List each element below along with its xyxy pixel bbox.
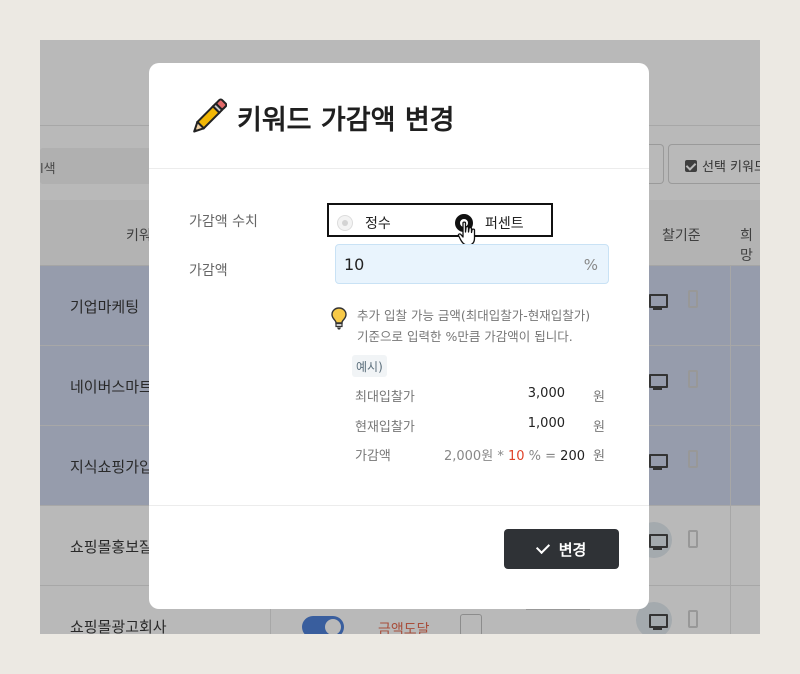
amount-unit: % [583, 256, 598, 274]
calc-percent: 10 [507, 449, 525, 464]
radio-integer-label: 정수 [365, 216, 391, 232]
calc-expression: 2,000원 * 10 % = 200 [444, 445, 585, 464]
radio-integer-indicator[interactable] [337, 215, 353, 231]
calc-base: 2,000원 [443, 449, 494, 464]
example-value: 1,000 [527, 416, 565, 431]
pencil-icon [193, 98, 227, 133]
calc-label: 가감액 [355, 449, 391, 464]
example-unit: 원 [593, 420, 605, 435]
calc-result: 200 [560, 449, 585, 464]
hint-line-1: 추가 입찰 가능 금액(최대입찰가-현재입찰가) [357, 308, 591, 323]
amount-label: 가감액 [189, 263, 228, 279]
lightbulb-icon [331, 307, 347, 330]
example-label: 최대입찰가 [355, 390, 415, 405]
mode-label: 가감액 수치 [189, 214, 258, 230]
example-calc-row: 가감액 2,000원 * 10 % = 200 원 [355, 445, 605, 465]
calc-unit: 원 [593, 449, 605, 464]
calc-eq: % = [528, 449, 557, 464]
change-button-label: 변경 [558, 541, 587, 559]
radio-percent-label: 퍼센트 [485, 216, 524, 232]
mode-radio-group: 정수 퍼센트 [327, 203, 553, 237]
hint-line-2: 기준으로 입력한 %만큼 가감액이 됩니다. [357, 329, 573, 344]
change-amount-modal: 키워드 가감액 변경 가감액 수치 정수 퍼센트 가감액 10 % 추가 입찰 … [149, 63, 649, 609]
footer-divider [149, 505, 649, 506]
radio-integer[interactable]: 정수 [337, 213, 391, 233]
example-value: 3,000 [527, 386, 565, 401]
amount-input[interactable]: 10 % [335, 244, 609, 284]
check-icon [535, 539, 550, 555]
example-row: 현재입찰가 1,000 원 [355, 416, 605, 436]
header-divider [149, 168, 649, 169]
example-unit: 원 [593, 390, 605, 405]
modal-header: 키워드 가감액 변경 [189, 97, 455, 137]
hint-text: 추가 입찰 가능 금액(최대입찰가-현재입찰가) 기준으로 입력한 %만큼 가감… [357, 305, 590, 347]
example-label: 현재입찰가 [355, 420, 415, 435]
calc-op: * [497, 449, 504, 464]
change-button[interactable]: 변경 [504, 529, 619, 569]
modal-title: 키워드 가감액 변경 [237, 104, 455, 136]
amount-value: 10 [344, 255, 365, 274]
example-tag: 예시) [352, 355, 387, 377]
example-row: 최대입찰가 3,000 원 [355, 386, 605, 406]
